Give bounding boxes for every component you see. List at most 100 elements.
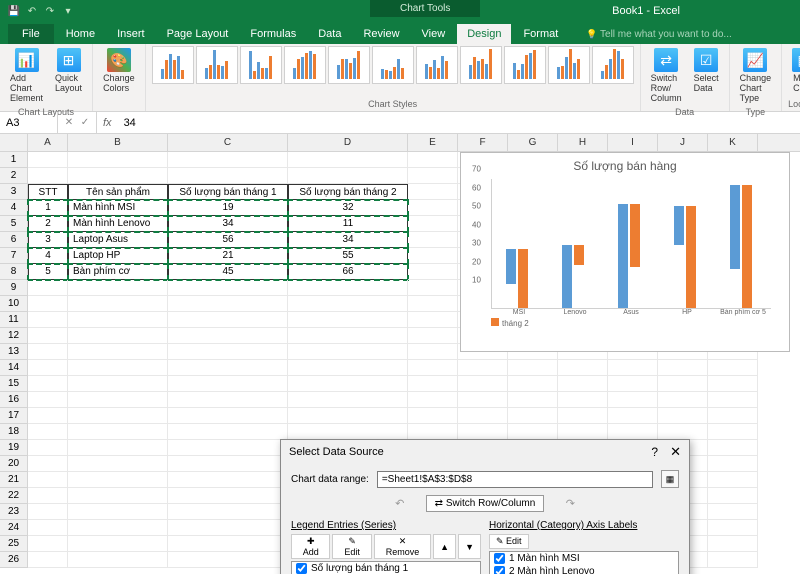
cell[interactable] <box>408 312 458 328</box>
cell[interactable] <box>168 520 288 536</box>
cell[interactable] <box>408 280 458 296</box>
switch-row-column-dialog-button[interactable]: ⇄ Switch Row/Column <box>426 495 545 512</box>
cell[interactable] <box>68 440 168 456</box>
cell[interactable] <box>28 520 68 536</box>
cell[interactable] <box>168 488 288 504</box>
worksheet-grid[interactable]: ABCDEFGHIJK 123STTTên sản phẩmSố lượng b… <box>0 134 800 574</box>
cell[interactable] <box>68 344 168 360</box>
cell[interactable] <box>658 376 708 392</box>
cell[interactable] <box>168 344 288 360</box>
cell[interactable] <box>708 424 758 440</box>
change-colors-button[interactable]: 🎨Change Colors <box>99 46 139 95</box>
cell[interactable] <box>68 328 168 344</box>
cell[interactable] <box>28 360 68 376</box>
row-header[interactable]: 4 <box>0 200 28 216</box>
range-picker-icon[interactable]: ▦ <box>661 470 679 488</box>
category-checkbox[interactable] <box>494 566 505 574</box>
cell[interactable] <box>168 280 288 296</box>
cell[interactable] <box>408 200 458 216</box>
cell[interactable] <box>168 456 288 472</box>
cell[interactable] <box>288 312 408 328</box>
cell[interactable]: 32 <box>288 200 408 216</box>
row-header[interactable]: 18 <box>0 424 28 440</box>
cell[interactable]: 3 <box>28 232 68 248</box>
cell[interactable] <box>68 168 168 184</box>
cell[interactable] <box>28 424 68 440</box>
cell[interactable]: Màn hình Lenovo <box>68 216 168 232</box>
cell[interactable] <box>28 536 68 552</box>
row-header[interactable]: 10 <box>0 296 28 312</box>
select-all-corner[interactable] <box>0 134 28 151</box>
column-header[interactable]: E <box>408 134 458 151</box>
chart-style-preset[interactable] <box>592 46 634 84</box>
cell[interactable] <box>68 376 168 392</box>
cell[interactable]: Số lượng bán tháng 2 <box>288 184 408 200</box>
cell[interactable] <box>608 424 658 440</box>
cell[interactable] <box>28 344 68 360</box>
row-header[interactable]: 5 <box>0 216 28 232</box>
row-header[interactable]: 12 <box>0 328 28 344</box>
cell[interactable] <box>168 152 288 168</box>
cell[interactable]: 55 <box>288 248 408 264</box>
row-header[interactable]: 21 <box>0 472 28 488</box>
edit-series-button[interactable]: ✎ Edit <box>332 534 371 559</box>
move-chart-button[interactable]: ▦Move Chart <box>788 46 800 95</box>
cell[interactable] <box>408 360 458 376</box>
chart-style-preset[interactable] <box>416 46 458 84</box>
cell[interactable] <box>558 392 608 408</box>
move-up-button[interactable]: ▲ <box>433 534 456 559</box>
cell[interactable]: 11 <box>288 216 408 232</box>
cell[interactable]: 5 <box>28 264 68 280</box>
cell[interactable] <box>68 536 168 552</box>
column-header[interactable]: I <box>608 134 658 151</box>
row-header[interactable]: 24 <box>0 520 28 536</box>
cell[interactable] <box>658 360 708 376</box>
chart-title[interactable]: Số lượng bán hàng <box>461 153 789 179</box>
row-header[interactable]: 20 <box>0 456 28 472</box>
cell[interactable]: 66 <box>288 264 408 280</box>
cell[interactable] <box>288 328 408 344</box>
cell[interactable] <box>658 392 708 408</box>
tab-review[interactable]: Review <box>353 24 409 44</box>
cell[interactable]: Tên sản phẩm <box>68 184 168 200</box>
chart-style-preset[interactable] <box>504 46 546 84</box>
cell[interactable] <box>708 408 758 424</box>
row-header[interactable]: 16 <box>0 392 28 408</box>
cell[interactable]: Bàn phím cơ <box>68 264 168 280</box>
fx-icon[interactable]: fx <box>97 117 118 129</box>
series-list-item[interactable]: Số lượng bán tháng 1 <box>292 562 480 574</box>
cell[interactable] <box>708 360 758 376</box>
cell[interactable]: STT <box>28 184 68 200</box>
cell[interactable] <box>68 552 168 568</box>
category-list[interactable]: 1 Màn hình MSI2 Màn hình Lenovo3 Laptop … <box>489 551 679 574</box>
cell[interactable] <box>68 408 168 424</box>
select-data-button[interactable]: ☑Select Data <box>690 46 723 105</box>
cell[interactable] <box>68 488 168 504</box>
chart-style-preset[interactable] <box>196 46 238 84</box>
cell[interactable]: Số lượng bán tháng 1 <box>168 184 288 200</box>
row-header[interactable]: 8 <box>0 264 28 280</box>
tab-insert[interactable]: Insert <box>107 24 155 44</box>
chart-style-preset[interactable] <box>460 46 502 84</box>
cell[interactable] <box>608 360 658 376</box>
undo-icon[interactable]: ↶ <box>24 3 40 19</box>
column-headers[interactable]: ABCDEFGHIJK <box>0 134 800 152</box>
cell[interactable]: 45 <box>168 264 288 280</box>
cell[interactable] <box>558 360 608 376</box>
cell[interactable] <box>708 536 758 552</box>
tab-home[interactable]: Home <box>56 24 105 44</box>
cell[interactable] <box>28 392 68 408</box>
cell[interactable] <box>408 344 458 360</box>
tab-view[interactable]: View <box>412 24 456 44</box>
cell[interactable] <box>458 376 508 392</box>
row-header[interactable]: 14 <box>0 360 28 376</box>
row-header[interactable]: 9 <box>0 280 28 296</box>
category-list-item[interactable]: 1 Màn hình MSI <box>490 552 678 565</box>
cell[interactable] <box>408 392 458 408</box>
series-list[interactable]: Số lượng bán tháng 1Số lượng bán tháng 2 <box>291 561 481 574</box>
cell[interactable] <box>168 504 288 520</box>
remove-series-button[interactable]: ✕ Remove <box>374 534 431 559</box>
cell[interactable] <box>28 312 68 328</box>
chart-styles-gallery[interactable] <box>152 46 634 84</box>
cell[interactable] <box>558 424 608 440</box>
